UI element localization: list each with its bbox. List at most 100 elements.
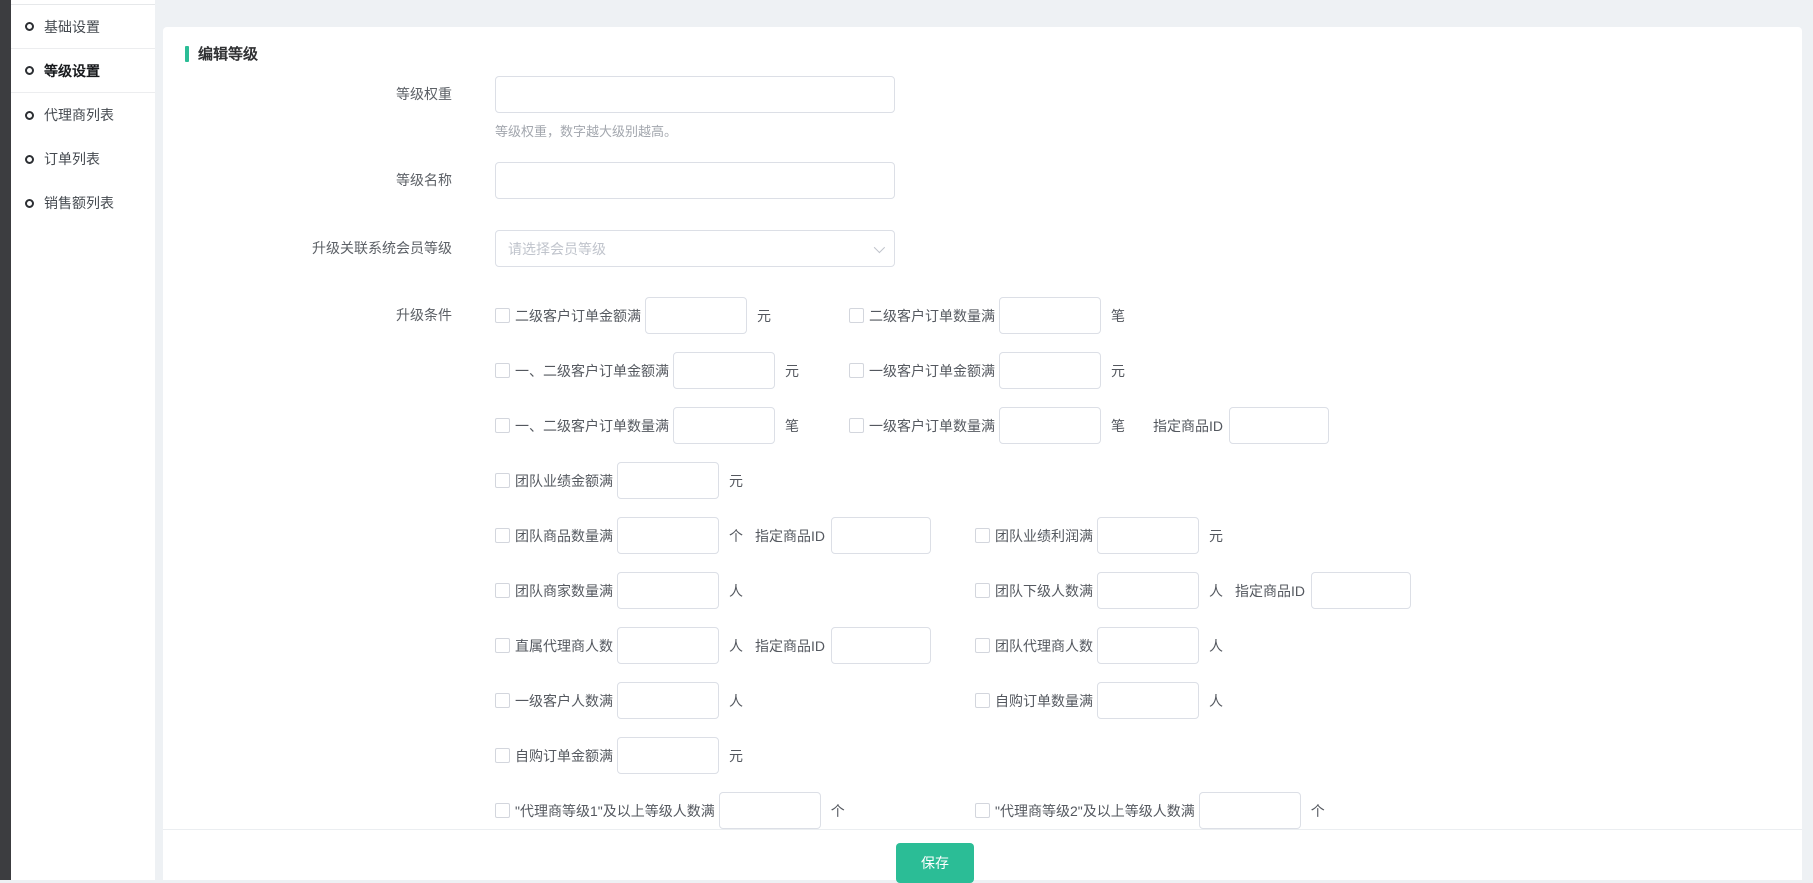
condition-checkbox[interactable] [495, 693, 510, 708]
condition-row: 自购订单金额满 元 [495, 737, 1411, 774]
condition-unit: 人 [1209, 636, 1223, 656]
condition-item: 自购订单数量满 人 [975, 682, 1223, 719]
condition-checkbox[interactable] [495, 363, 510, 378]
sidebar-item-label: 代理商列表 [44, 105, 114, 125]
condition-value-input[interactable] [999, 297, 1101, 334]
condition-row: 一级客户人数满 人 自购订单数量满 人 [495, 682, 1411, 719]
sidebar-item-order-list[interactable]: 订单列表 [11, 137, 155, 181]
condition-checkbox[interactable] [495, 583, 510, 598]
condition-value-input[interactable] [999, 352, 1101, 389]
product-id-input[interactable] [1311, 572, 1411, 609]
condition-value-input[interactable] [673, 407, 775, 444]
condition-checkbox[interactable] [495, 308, 510, 323]
condition-item: 自购订单金额满 元 [495, 737, 975, 774]
member-level-select[interactable]: 请选择会员等级 [495, 230, 895, 267]
condition-checkbox[interactable] [495, 528, 510, 543]
condition-value-input[interactable] [617, 462, 719, 499]
condition-label: 一级客户订单金额满 [869, 361, 995, 381]
circle-icon [25, 155, 34, 164]
condition-unit: 个 [729, 526, 743, 546]
name-input[interactable] [495, 162, 895, 199]
condition-checkbox[interactable] [495, 748, 510, 763]
condition-label: 一、二级客户订单金额满 [515, 361, 669, 381]
sidebar-item-label: 基础设置 [44, 17, 100, 37]
condition-checkbox[interactable] [975, 638, 990, 653]
condition-value-input[interactable] [1097, 627, 1199, 664]
condition-value-input[interactable] [1097, 572, 1199, 609]
sidebar-item-agent-list[interactable]: 代理商列表 [11, 93, 155, 137]
circle-icon [25, 111, 34, 120]
condition-value-input[interactable] [645, 297, 747, 334]
condition-unit: 元 [729, 746, 743, 766]
condition-item: 一级客户订单金额满 元 [849, 352, 1125, 389]
weight-input[interactable] [495, 76, 895, 113]
condition-label: "代理商等级2"及以上等级人数满 [995, 801, 1195, 821]
product-id-input[interactable] [1229, 407, 1329, 444]
condition-item: "代理商等级1"及以上等级人数满 个 [495, 792, 975, 829]
sidebar-item-sales-list[interactable]: 销售额列表 [11, 181, 155, 225]
condition-unit: 笔 [1111, 416, 1125, 436]
window-edge-strip [0, 0, 11, 880]
condition-item: 直属代理商人数 人 指定商品ID [495, 627, 975, 664]
condition-value-input[interactable] [617, 517, 719, 554]
condition-label: 团队商品数量满 [515, 526, 613, 546]
conditions-label: 升级条件 [185, 297, 495, 334]
condition-checkbox[interactable] [849, 308, 864, 323]
condition-checkbox[interactable] [849, 363, 864, 378]
form-row-member-level: 升级关联系统会员等级 请选择会员等级 [185, 230, 1802, 267]
sidebar-item-label: 等级设置 [44, 61, 100, 81]
condition-label: 自购订单数量满 [995, 691, 1093, 711]
product-id-input[interactable] [831, 517, 931, 554]
condition-unit: 元 [1209, 526, 1223, 546]
condition-value-input[interactable] [673, 352, 775, 389]
page-title: 编辑等级 [198, 43, 258, 64]
condition-item: 一级客户订单数量满 笔 指定商品ID [849, 407, 1329, 444]
member-level-label: 升级关联系统会员等级 [185, 230, 495, 267]
condition-checkbox[interactable] [975, 803, 990, 818]
condition-unit: 个 [831, 801, 845, 821]
product-id-label: 指定商品ID [1235, 581, 1305, 601]
condition-item: 二级客户订单数量满 笔 [849, 297, 1125, 334]
condition-value-input[interactable] [617, 682, 719, 719]
condition-value-input[interactable] [617, 572, 719, 609]
condition-checkbox[interactable] [975, 583, 990, 598]
condition-checkbox[interactable] [849, 418, 864, 433]
edit-level-form: 编辑等级 等级权重 等级权重，数字越大级别越高。 等级名称 升级关联系统会员等级… [163, 27, 1802, 829]
condition-row: 一、二级客户订单金额满 元 一级客户订单金额满 元 [495, 352, 1411, 389]
condition-row: "代理商等级1"及以上等级人数满 个 "代理商等级2"及以上等级人数满 个 [495, 792, 1411, 829]
condition-value-input[interactable] [617, 627, 719, 664]
condition-value-input[interactable] [1097, 682, 1199, 719]
condition-unit: 笔 [1111, 306, 1125, 326]
weight-hint: 等级权重，数字越大级别越高。 [495, 121, 895, 140]
condition-checkbox[interactable] [495, 638, 510, 653]
condition-value-input[interactable] [719, 792, 821, 829]
condition-label: 自购订单金额满 [515, 746, 613, 766]
save-button[interactable]: 保存 [896, 843, 974, 883]
condition-item: 团队商家数量满 人 [495, 572, 975, 609]
condition-checkbox[interactable] [495, 803, 510, 818]
form-row-conditions: 升级条件 二级客户订单金额满 元 二级客户订单数量满 [185, 297, 1802, 829]
sidebar-item-level-settings[interactable]: 等级设置 [11, 49, 155, 93]
main-area: 编辑等级 等级权重 等级权重，数字越大级别越高。 等级名称 升级关联系统会员等级… [155, 0, 1813, 880]
condition-item: 团队商品数量满 个 指定商品ID [495, 517, 975, 554]
condition-value-input[interactable] [1097, 517, 1199, 554]
condition-label: 团队下级人数满 [995, 581, 1093, 601]
product-id-input[interactable] [831, 627, 931, 664]
condition-checkbox[interactable] [495, 418, 510, 433]
condition-checkbox[interactable] [495, 473, 510, 488]
condition-value-input[interactable] [617, 737, 719, 774]
condition-label: 团队业绩利润满 [995, 526, 1093, 546]
condition-label: 二级客户订单数量满 [869, 306, 995, 326]
circle-icon [25, 22, 34, 31]
form-row-weight: 等级权重 等级权重，数字越大级别越高。 [185, 76, 1802, 140]
condition-unit: 人 [1209, 581, 1223, 601]
condition-label: 一级客户订单数量满 [869, 416, 995, 436]
product-id-label: 指定商品ID [755, 526, 825, 546]
condition-checkbox[interactable] [975, 528, 990, 543]
form-footer: 保存 [163, 829, 1802, 880]
sidebar-item-basic-settings[interactable]: 基础设置 [11, 5, 155, 49]
condition-value-input[interactable] [999, 407, 1101, 444]
condition-checkbox[interactable] [975, 693, 990, 708]
condition-value-input[interactable] [1199, 792, 1301, 829]
product-id-label: 指定商品ID [755, 636, 825, 656]
